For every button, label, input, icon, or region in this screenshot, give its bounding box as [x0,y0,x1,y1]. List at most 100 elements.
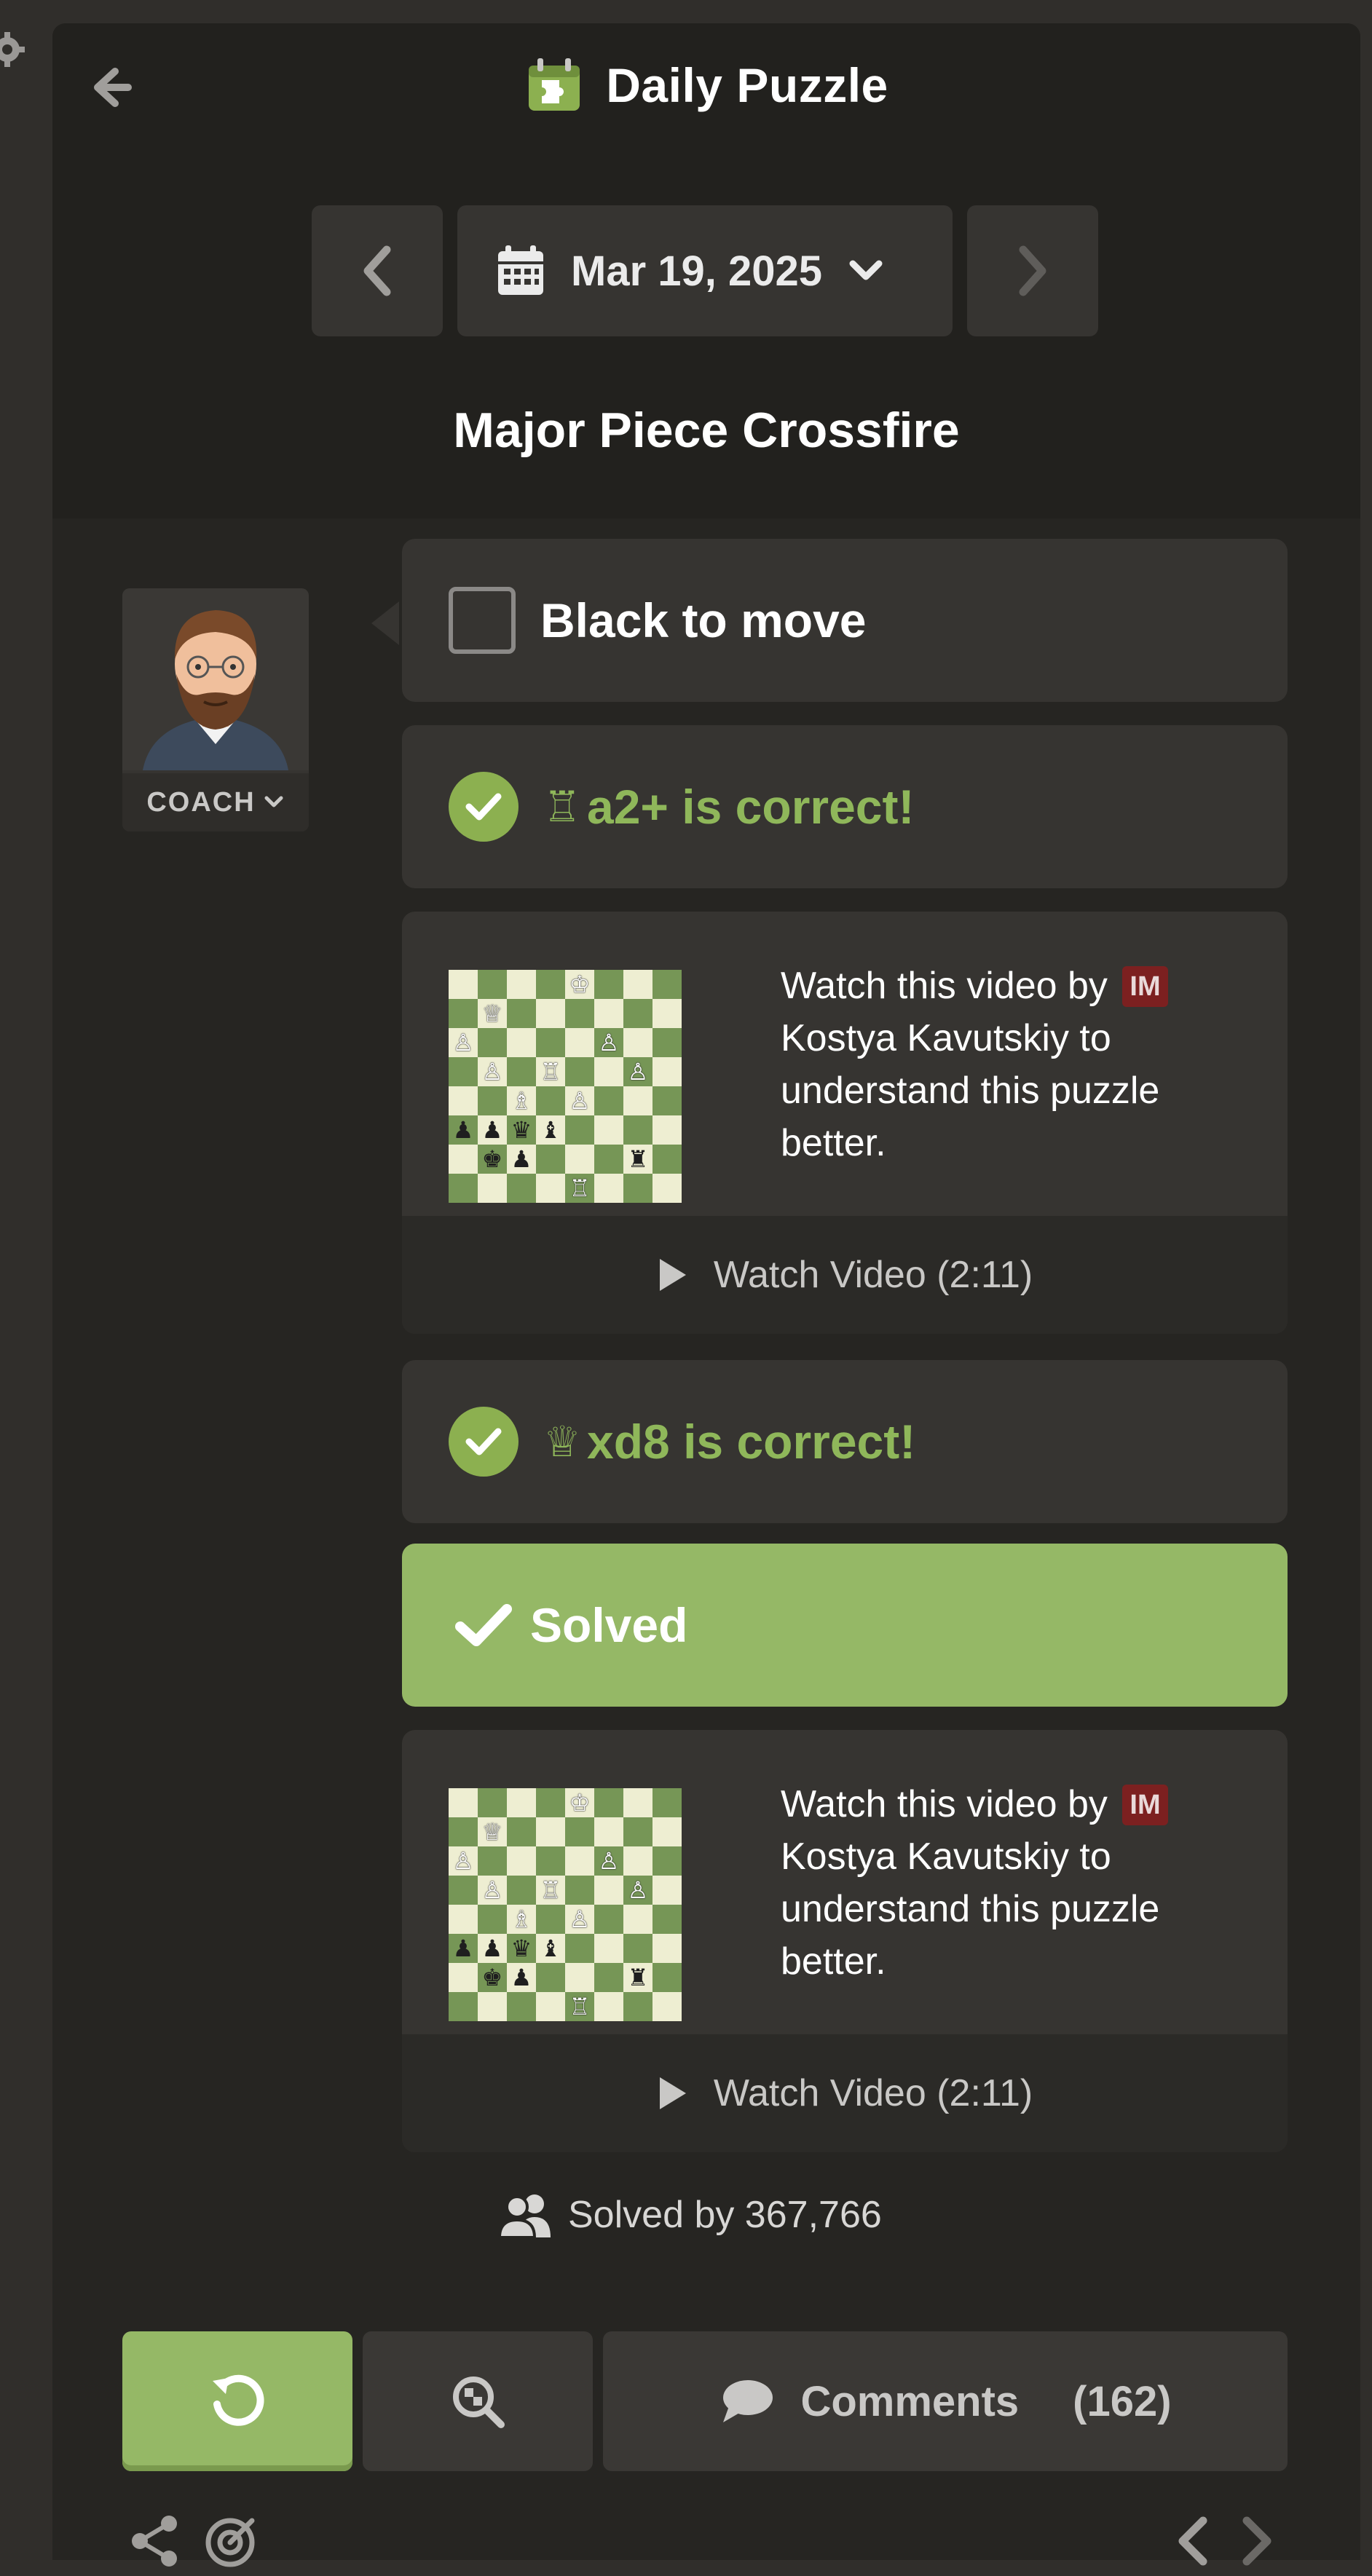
board-square [507,1876,536,1905]
coach-avatar [122,588,309,770]
board-square [478,970,507,999]
panel-header: Daily Puzzle Mar 19, 2025 Major Piece Cr… [52,23,1360,518]
video-card: ♔ ♕ ♙ ♙ ♙ ♖ ♙ ♗ ♙ ♟ ♟ ♛ ♝ ♚ ♟ ♜ ♖ Watch this video by IM… [402,912,1288,1334]
previous-day-button[interactable] [312,205,443,336]
board-square [594,970,623,999]
bottom-toolbar [130,2506,258,2576]
chess-piece: ♙ [623,1057,653,1086]
chess-piece: ♕ [478,999,507,1028]
chevron-down-icon [849,260,883,280]
board-square [594,1086,623,1115]
chess-piece: ♙ [623,1876,653,1905]
title-badge: IM [1122,966,1168,1007]
chevron-left-icon [363,245,391,296]
chevron-left-icon[interactable] [1171,2512,1215,2570]
chess-piece: ♛ [507,1115,536,1145]
board-square [507,1057,536,1086]
chess-piece: ♕ [478,1817,507,1846]
board-square [565,1817,594,1846]
chess-piece: ♟ [478,1115,507,1145]
board-square [536,1905,565,1934]
analysis-button[interactable] [363,2331,593,2471]
board-square [623,1992,653,2021]
video-description: Watch this video by IM Kostya Kavutskiy … [781,1778,1247,1988]
board-square [565,1934,594,1963]
correct-move-text: ♕ xd8 is correct! [543,1415,916,1469]
side-to-move-checkbox[interactable] [449,587,516,654]
board-square [565,1963,594,1992]
chess-piece: ♟ [507,1145,536,1174]
board-square [536,1086,565,1115]
puzzle-board-thumbnail[interactable]: ♔ ♕ ♙ ♙ ♙ ♖ ♙ ♗ ♙ ♟ ♟ ♛ ♝ ♚ ♟ ♜ ♖ [449,1788,682,2021]
board-square [594,1145,623,1174]
board-square [449,1174,478,1203]
title-row: Daily Puzzle [52,52,1360,118]
board-square [449,1057,478,1086]
play-icon [659,1259,686,1291]
correct-move-card: ♖ a2+ is correct! [402,725,1288,888]
target-icon[interactable] [202,2513,258,2569]
chess-piece: ♙ [565,1905,594,1934]
chess-piece: ♙ [565,1086,594,1115]
board-square [623,1115,653,1145]
board-square [565,1876,594,1905]
chevron-right-icon[interactable] [1235,2512,1279,2570]
board-square [536,1846,565,1876]
board-square [565,1057,594,1086]
board-square [594,1788,623,1817]
board-square [594,1905,623,1934]
board-square [507,999,536,1028]
board-square [449,970,478,999]
board-square [565,999,594,1028]
board-square [536,1174,565,1203]
date-picker-button[interactable]: Mar 19, 2025 [457,205,953,336]
next-day-button[interactable] [967,205,1098,336]
watch-video-button[interactable]: Watch Video (2:11) [402,1216,1288,1334]
board-square [594,1057,623,1086]
action-bar: Comments (162) [122,2331,1288,2471]
board-square [653,1057,682,1086]
chess-piece: ♗ [507,1086,536,1115]
board-square [653,970,682,999]
chess-piece: ♔ [565,970,594,999]
settings-gear-icon[interactable] [0,29,28,70]
chess-piece: ♖ [565,1174,594,1203]
board-square [653,1876,682,1905]
chess-piece: ♟ [478,1934,507,1963]
board-square [536,999,565,1028]
board-square [653,1992,682,2021]
chess-piece: ♙ [449,1846,478,1876]
puzzle-title: Major Piece Crossfire [453,403,960,458]
board-square [536,1963,565,1992]
board-square [507,1174,536,1203]
board-square [449,1963,478,1992]
bottom-nav [1171,2506,1279,2576]
date-navigation: Mar 19, 2025 [52,205,1360,336]
retry-button[interactable] [122,2331,352,2471]
board-square [478,1174,507,1203]
rook-piece-icon: ♖ [543,782,581,831]
coach-selector[interactable]: COACH [122,588,309,831]
board-square [623,1174,653,1203]
chess-piece: ♝ [536,1115,565,1145]
puzzle-board-thumbnail[interactable]: ♔ ♕ ♙ ♙ ♙ ♖ ♙ ♗ ♙ ♟ ♟ ♛ ♝ ♚ ♟ ♜ ♖ [449,970,682,1203]
chess-piece: ♜ [623,1963,653,1992]
analysis-icon [453,2377,505,2428]
chess-piece: ♝ [536,1934,565,1963]
board-square [536,970,565,999]
board-square [507,1788,536,1817]
board-square [478,1992,507,2021]
chess-piece: ♔ [565,1788,594,1817]
chevron-down-icon [264,796,283,807]
page-title: Daily Puzzle [606,58,888,112]
watch-video-button[interactable]: Watch Video (2:11) [402,2034,1288,2152]
board-square [623,1846,653,1876]
board-square [478,1846,507,1876]
board-square [565,1145,594,1174]
retry-icon [213,2374,264,2426]
share-icon[interactable] [130,2513,181,2569]
comments-button[interactable]: Comments (162) [603,2331,1288,2471]
speech-bubble-tail [371,601,399,645]
chess-piece: ♟ [449,1115,478,1145]
board-square [565,1846,594,1876]
